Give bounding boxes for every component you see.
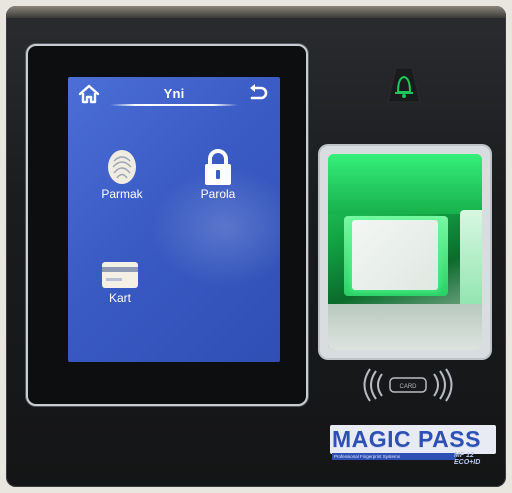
- tile-kart[interactable]: Kart: [88, 259, 152, 305]
- padlock-icon: [186, 147, 250, 187]
- tile-parmak[interactable]: Parmak: [90, 147, 154, 201]
- brand-tagline: Professional Fingerprint Systems: [332, 453, 456, 460]
- card-reader-label: CARD: [399, 384, 417, 390]
- card-icon: [88, 259, 152, 291]
- fingerprint-icon: [90, 147, 154, 187]
- tile-parola[interactable]: Parola: [186, 147, 250, 201]
- card-reader-zone[interactable]: CARD: [360, 368, 456, 402]
- touch-screen: Yni Parmak Parola Kart: [68, 77, 280, 362]
- bell-icon: [380, 67, 428, 110]
- back-arrow-icon[interactable]: [246, 82, 270, 106]
- bell-button[interactable]: [380, 64, 428, 106]
- brand-logo: MAGIC PASS Professional Fingerprint Syst…: [330, 425, 496, 466]
- sensor-prism-top: [328, 154, 482, 214]
- home-icon[interactable]: [77, 82, 101, 106]
- model-number: MF 12 ECO+ID: [454, 452, 481, 466]
- brand-name: MAGIC PASS: [330, 425, 496, 454]
- sensor-base: [328, 304, 482, 350]
- device-top-edge: [6, 6, 506, 18]
- contactless-icon: CARD: [363, 368, 453, 402]
- fingerprint-sensor[interactable]: [328, 154, 482, 350]
- screen-title: Yni: [163, 86, 185, 101]
- title-underline: [110, 104, 238, 106]
- screen-top-bar: Yni: [68, 77, 280, 113]
- tile-kart-label: Kart: [108, 291, 131, 305]
- sensor-prism-side: [460, 210, 482, 310]
- tile-parmak-label: Parmak: [101, 187, 143, 201]
- tile-parola-label: Parola: [200, 187, 236, 201]
- sensor-scan-window: [352, 220, 438, 290]
